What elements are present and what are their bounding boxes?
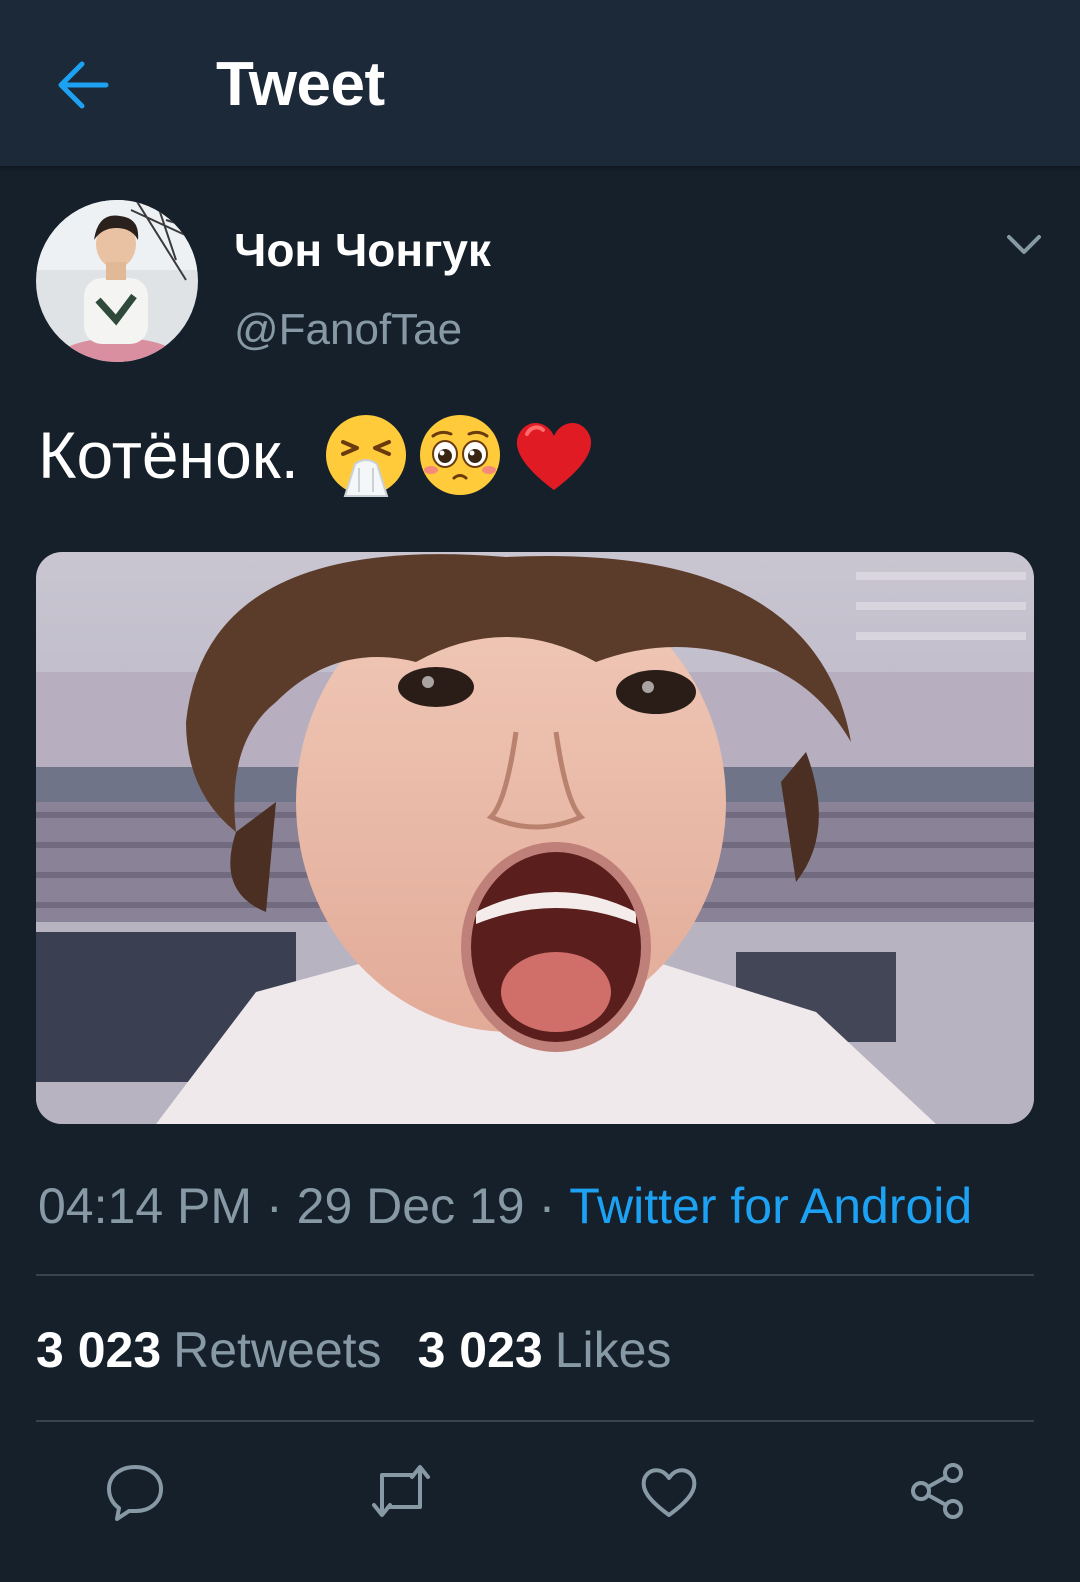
tweet-meta: 04:14 PM · 29 Dec 19 · Twitter for Android (38, 1176, 972, 1236)
tweet-time: 04:14 PM (38, 1178, 253, 1234)
retweets-label: Retweets (173, 1322, 382, 1378)
avatar[interactable] (36, 200, 198, 362)
top-bar: Tweet (0, 0, 1080, 166)
chevron-down-icon (1007, 235, 1041, 254)
retweet-icon (372, 1465, 430, 1517)
tweet-stats: 3 023 Retweets 3 023 Likes (36, 1320, 671, 1380)
like-icon (641, 1468, 697, 1517)
divider (36, 1274, 1034, 1276)
tweet-date: 29 Dec 19 (296, 1178, 525, 1234)
pleading-face-emoji (420, 415, 501, 495)
red-heart-emoji (516, 422, 592, 490)
share-icon (911, 1463, 963, 1519)
likes-stat[interactable]: 3 023 Likes (418, 1320, 672, 1380)
likes-count: 3 023 (417, 1322, 543, 1378)
back-button[interactable] (50, 52, 116, 118)
tweet-text: Котёнок. (38, 412, 597, 498)
crying-emoji (326, 415, 407, 497)
divider (36, 1420, 1034, 1422)
share-button[interactable] (902, 1456, 972, 1526)
meta-separator: · (266, 1178, 283, 1234)
reply-button[interactable] (100, 1456, 170, 1526)
tweet-source-link[interactable]: Twitter for Android (569, 1178, 972, 1234)
arrow-left-icon (58, 61, 109, 109)
author-display-name[interactable]: Чон Чонгук (234, 224, 491, 276)
tweet-media-image[interactable] (36, 552, 1034, 1124)
author-handle[interactable]: @FanofTae (234, 304, 462, 356)
retweets-count: 3 023 (36, 1322, 162, 1378)
reply-icon (107, 1465, 163, 1521)
retweet-button[interactable] (366, 1456, 436, 1526)
more-options-button[interactable] (996, 220, 1052, 270)
page-title: Tweet (216, 50, 385, 119)
likes-label: Likes (554, 1322, 672, 1378)
retweets-stat[interactable]: 3 023 Retweets (36, 1320, 382, 1380)
meta-separator: · (538, 1178, 556, 1234)
tweet-body: Котёнок. (38, 418, 300, 492)
like-button[interactable] (634, 1456, 704, 1526)
